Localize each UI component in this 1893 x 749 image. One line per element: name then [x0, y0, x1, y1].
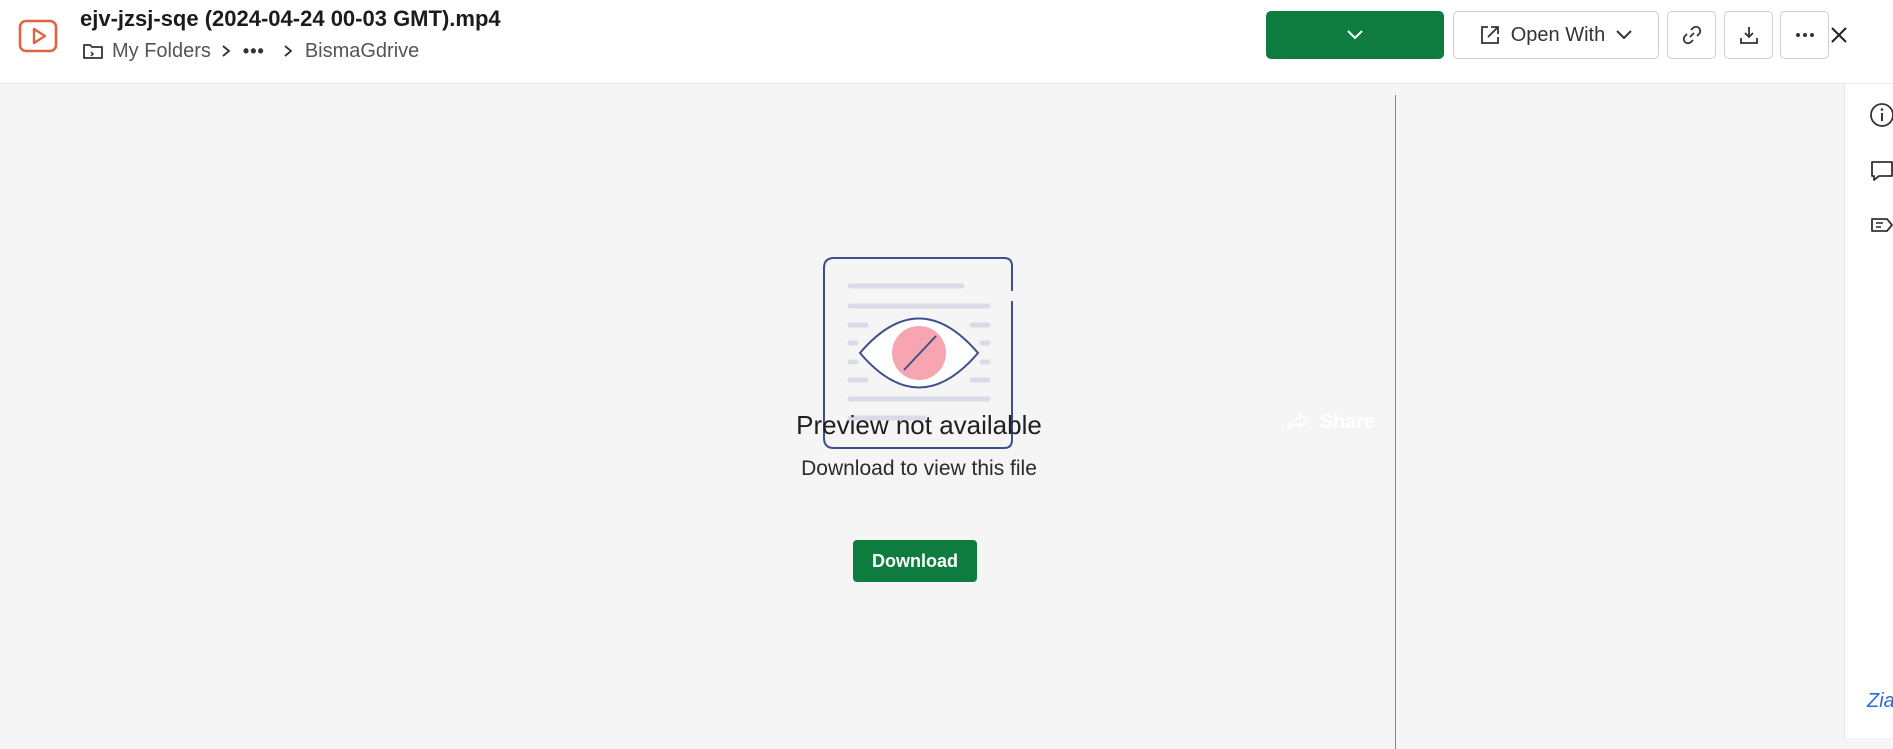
open-with-label: Open With [1510, 23, 1606, 46]
share-dropdown-button[interactable] [1266, 11, 1444, 59]
tag-icon[interactable] [1869, 212, 1893, 238]
file-title: ejv-jzsj-sqe (2024-04-24 00-03 GMT).mp4 [80, 6, 501, 31]
top-bar: ejv-jzsj-sqe (2024-04-24 00-03 GMT).mp4 … [0, 0, 1893, 749]
breadcrumb-ellipsis[interactable]: ••• [243, 41, 265, 62]
download-button[interactable]: Download [853, 540, 977, 582]
preview-title: Preview not available [796, 410, 1042, 440]
share-button-group: Share [1266, 11, 1444, 749]
breadcrumb-current[interactable]: BismaGdrive [305, 40, 419, 63]
chevron-right-icon [283, 44, 293, 58]
breadcrumb-root[interactable]: My Folders [82, 40, 211, 63]
external-link-icon [1480, 26, 1499, 44]
copy-link-button[interactable] [1667, 11, 1716, 59]
right-sidebar: Zia [1844, 84, 1893, 738]
open-with-button[interactable]: Open With [1453, 11, 1659, 59]
chevron-down-icon [1347, 30, 1363, 40]
comment-icon[interactable] [1869, 158, 1893, 184]
breadcrumb: My Folders ••• BismaGdrive [82, 38, 419, 64]
more-horizontal-icon [1795, 33, 1814, 37]
breadcrumb-root-label: My Folders [112, 39, 211, 62]
preview-subtitle: Download to view this file [801, 457, 1037, 480]
close-icon [1831, 27, 1847, 43]
download-icon [1739, 27, 1758, 44]
video-file-icon [18, 19, 58, 53]
zia-assistant-logo[interactable]: Zia [1867, 690, 1893, 713]
download-icon-button[interactable] [1724, 11, 1773, 59]
info-icon[interactable] [1869, 102, 1893, 128]
chevron-down-icon [1616, 30, 1632, 40]
folder-icon [83, 44, 103, 59]
chevron-right-icon [221, 44, 231, 58]
more-options-button[interactable] [1780, 11, 1829, 59]
link-icon [1682, 25, 1701, 45]
close-button[interactable] [1826, 22, 1852, 48]
preview-area: Preview not available Download to view t… [0, 84, 1844, 738]
